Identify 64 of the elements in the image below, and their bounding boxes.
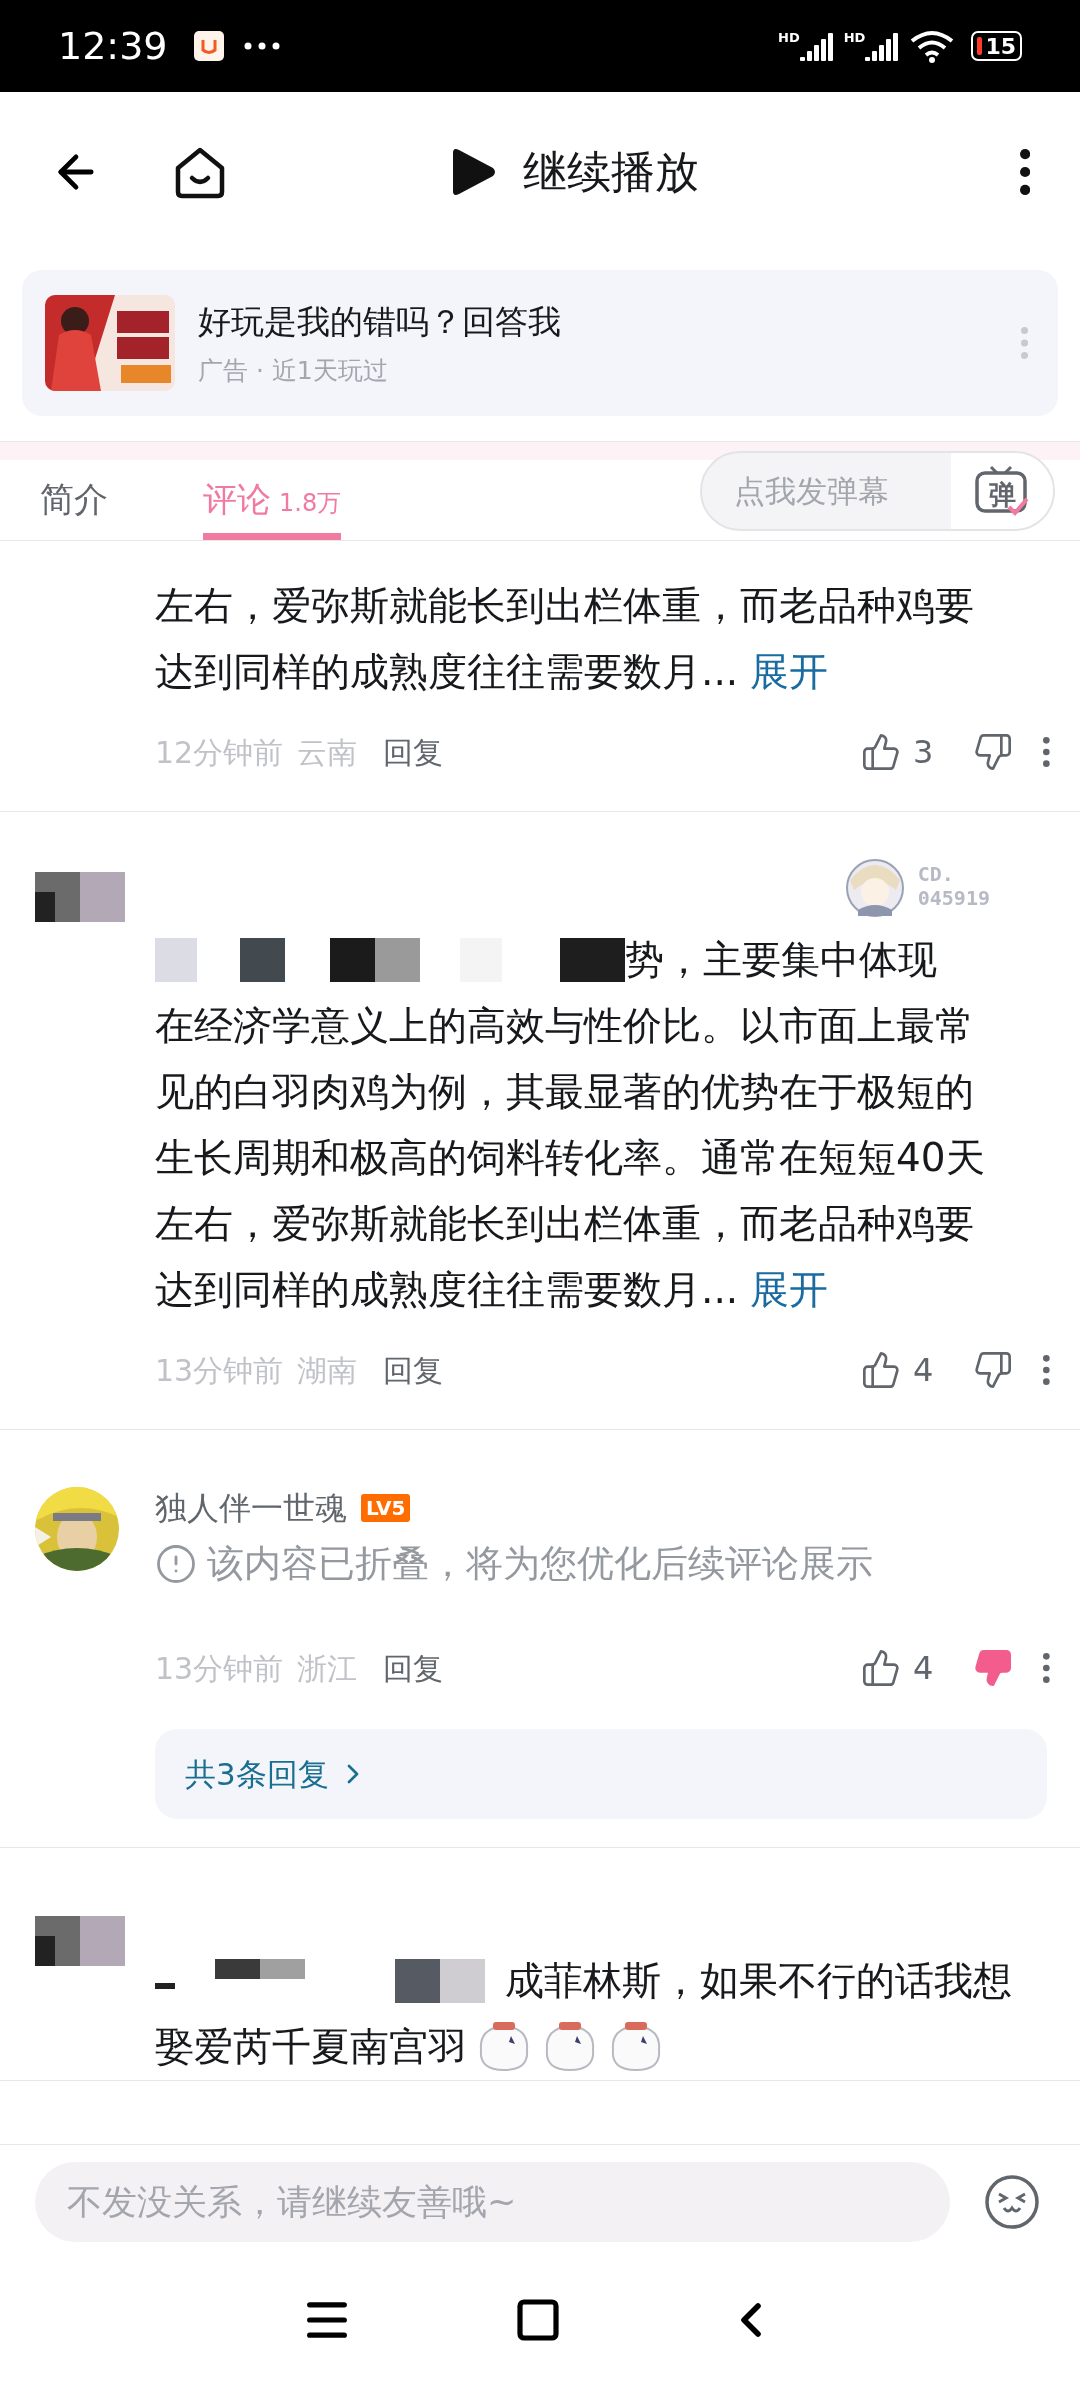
dislike-button[interactable] [973, 732, 1014, 772]
comment-text: 达到同样的成熟度往往需要数月... [155, 647, 739, 696]
signal-icon [799, 31, 834, 61]
thumbs-down-icon [973, 732, 1014, 772]
more-icon [243, 42, 280, 50]
tv-icon [973, 465, 1029, 517]
expand-link[interactable]: 展开 [750, 642, 829, 702]
comment-time: 12分钟前 [155, 733, 284, 772]
reply-button[interactable]: 回复 [383, 1645, 444, 1691]
alert-icon [155, 1543, 197, 1585]
comment-text: 见的白羽肉鸡为例，其最显著的优势在于极短的 [155, 1067, 974, 1116]
network-label: HD [778, 31, 800, 44]
ad-subtitle: 广告 · 近1天玩过 [198, 355, 389, 387]
more-icon [1043, 1355, 1050, 1385]
network-label: HD [843, 31, 866, 44]
wifi-icon [909, 29, 956, 63]
tab[interactable]: 简介 [40, 458, 108, 540]
app-icon [193, 31, 224, 61]
like-button[interactable]: 4 [861, 1346, 934, 1394]
thumbs-down-icon [973, 1350, 1014, 1390]
comment-text: 生长周期和极高的饲料转化率。通常在短短40天 [155, 1133, 985, 1182]
comment-location: 湖南 [297, 1351, 358, 1390]
comment-time: 13分钟前 [155, 1649, 284, 1688]
replies-button[interactable]: 共3条回复 [155, 1729, 1047, 1819]
comment-text: 势，主要集中体现 [625, 935, 937, 984]
like-button[interactable]: 3 [861, 728, 934, 776]
username: 独人伴一世魂 [155, 1488, 347, 1529]
more-icon [1020, 327, 1028, 359]
comment-text: 左右，爱弥斯就能长到出栏体重，而老品种鸡要 [155, 1199, 974, 1248]
comment-location: 浙江 [297, 1649, 358, 1688]
folded-notice: 该内容已折叠，将为您优化后续评论展示 [207, 1541, 873, 1588]
signal-icon [865, 31, 900, 61]
comment-text: 左右，爱弥斯就能长到出栏体重，而老品种鸡要 [155, 581, 974, 630]
comment-text: 娶爱芮千夏南宫羽 [155, 2022, 467, 2071]
comment-location: 云南 [297, 733, 358, 772]
dislike-button[interactable] [973, 1350, 1014, 1390]
more-icon [1043, 737, 1050, 767]
comment-text: 在经济学意义上的高效与性价比。以市面上最常 [155, 1001, 974, 1050]
emoji-button[interactable] [984, 2174, 1040, 2230]
expand-link[interactable]: 展开 [750, 1260, 829, 1320]
ad-title: 好玩是我的错吗？回答我 [198, 300, 562, 343]
comment-time: 13分钟前 [155, 1351, 284, 1390]
danmaku-toggle[interactable]: 弹 [951, 453, 1053, 529]
thumbs-up-icon [861, 1350, 901, 1390]
emoji-icon [984, 2174, 1040, 2230]
like-button[interactable]: 4 [861, 1644, 934, 1692]
reply-button[interactable]: 回复 [383, 729, 444, 775]
battery-indicator: 15 [971, 31, 1022, 61]
thumbs-up-icon [861, 1648, 901, 1688]
status-time: 12:39 [58, 22, 168, 70]
more-icon [1043, 1653, 1050, 1683]
reply-button[interactable]: 回复 [383, 1347, 444, 1393]
ad-card[interactable]: 好玩是我的错吗？回答我 广告 · 近1天玩过 [22, 270, 1058, 416]
more-button[interactable] [1019, 149, 1030, 195]
level-badge: LV5 [361, 1494, 411, 1522]
dislike-button[interactable] [973, 1648, 1014, 1688]
more-icon [1019, 149, 1030, 195]
fan-badge-number: CD. 045919 [917, 861, 990, 910]
comment-text: 达到同样的成熟度往往需要数月... [155, 1265, 739, 1314]
comment-text: 成菲林斯，如果不行的话我想 [505, 1956, 1012, 2005]
continue-playing-button[interactable]: 继续播放 [448, 139, 699, 205]
thumbs-up-icon [861, 732, 901, 772]
danmaku-field[interactable]: 点我发弹幕 弹 [700, 451, 1055, 531]
thumbs-down-icon [973, 1648, 1014, 1688]
